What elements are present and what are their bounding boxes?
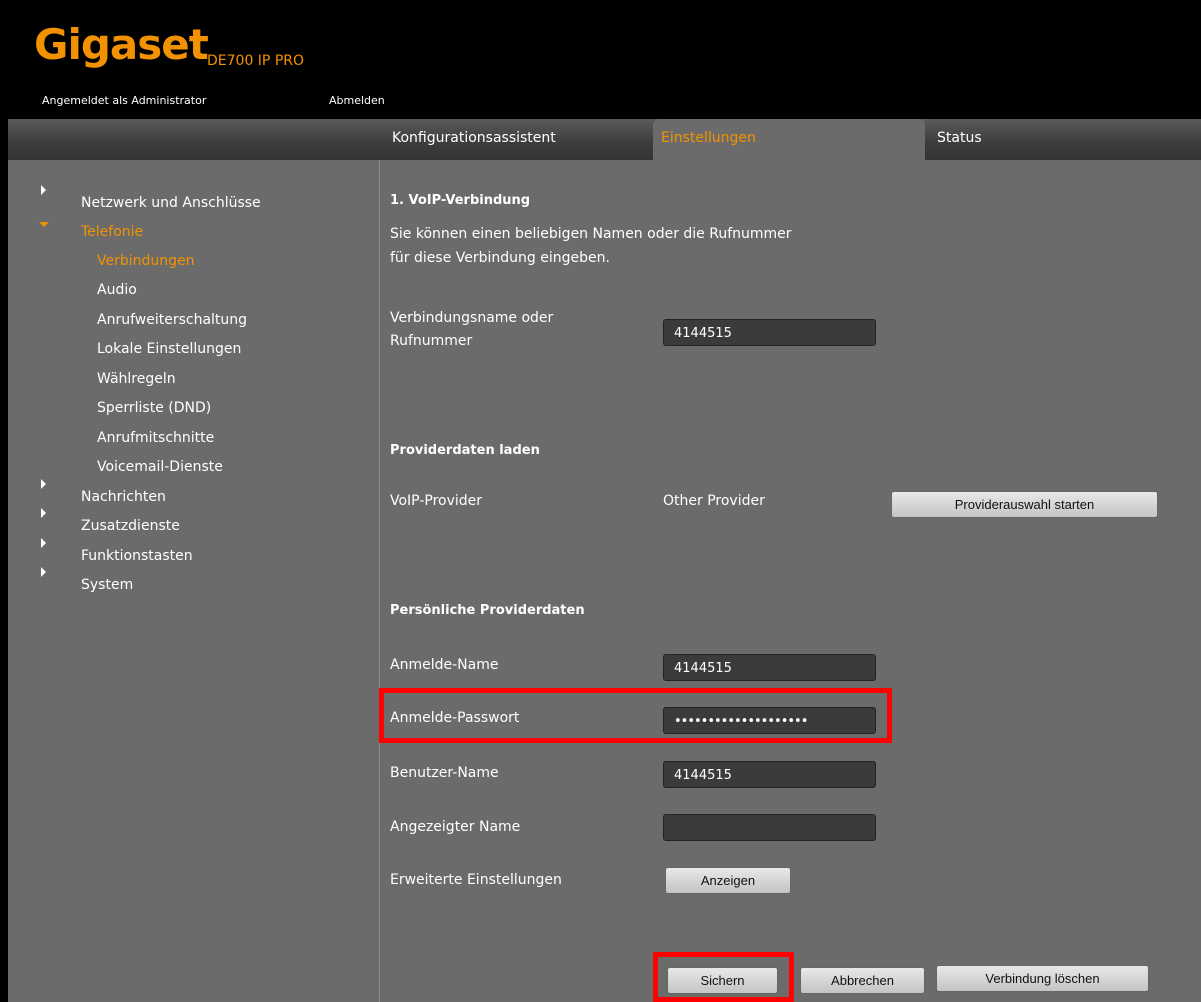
triangle-right-icon bbox=[41, 508, 46, 518]
sidebar-item-lokale-einstellungen[interactable]: Lokale Einstellungen bbox=[97, 341, 241, 357]
gigaset-logo: Gigaset bbox=[34, 20, 209, 69]
password-input[interactable]: •••••••••••••••••••• bbox=[663, 707, 876, 734]
sidebar-item-audio[interactable]: Audio bbox=[97, 282, 137, 298]
user-name-input[interactable]: 4144515 bbox=[663, 761, 876, 788]
provider-section-heading: Providerdaten laden bbox=[390, 443, 540, 458]
voip-description-line2: für diese Verbindung eingeben. bbox=[390, 250, 610, 266]
tab-einstellungen[interactable]: Einstellungen bbox=[653, 119, 925, 160]
sidebar-item-funktionstasten[interactable]: Funktionstasten bbox=[81, 548, 193, 564]
tab-bar: Konfigurationsassistent Einstellungen St… bbox=[8, 119, 1201, 160]
header: Gigaset DE700 IP PRO Angemeldet als Admi… bbox=[8, 8, 1201, 119]
triangle-right-icon bbox=[41, 567, 46, 577]
sidebar-item-zusatzdienste[interactable]: Zusatzdienste bbox=[81, 518, 180, 534]
sidebar-item-sperrliste[interactable]: Sperrliste (DND) bbox=[97, 400, 211, 416]
conn-name-input[interactable]: 4144515 bbox=[663, 319, 876, 346]
main-content: 1. VoIP-Verbindung Sie können einen beli… bbox=[379, 160, 1201, 1002]
provider-label: VoIP-Provider bbox=[390, 493, 483, 509]
login-name-input[interactable]: 4144515 bbox=[663, 654, 876, 681]
conn-name-label-line1: Verbindungsname oder bbox=[390, 310, 554, 326]
sidebar-item-verbindungen[interactable]: Verbindungen bbox=[97, 253, 195, 269]
provider-select-button[interactable]: Providerauswahl starten bbox=[891, 491, 1158, 518]
model-name: DE700 IP PRO bbox=[207, 53, 305, 69]
login-name-label: Anmelde-Name bbox=[390, 657, 499, 673]
personal-section-heading: Persönliche Providerdaten bbox=[390, 603, 585, 618]
triangle-down-icon bbox=[39, 222, 49, 227]
login-info: Angemeldet als Administrator bbox=[42, 94, 207, 107]
sidebar-item-anrufweiterschaltung[interactable]: Anrufweiterschaltung bbox=[97, 312, 247, 328]
sidebar: Netzwerk und Anschlüsse Telefonie Verbin… bbox=[8, 160, 380, 1002]
app-window: Gigaset DE700 IP PRO Angemeldet als Admi… bbox=[8, 8, 1201, 1002]
voip-description-line1: Sie können einen beliebigen Namen oder d… bbox=[390, 226, 792, 242]
tab-konfigurationsassistent[interactable]: Konfigurationsassistent bbox=[384, 119, 646, 160]
conn-name-label-line2: Rufnummer bbox=[390, 333, 473, 349]
triangle-right-icon bbox=[41, 185, 46, 195]
user-name-label: Benutzer-Name bbox=[390, 765, 499, 781]
sidebar-item-telefonie[interactable]: Telefonie bbox=[81, 224, 143, 240]
sidebar-item-waehlregeln[interactable]: Wählregeln bbox=[97, 371, 176, 387]
save-button[interactable]: Sichern bbox=[667, 967, 778, 994]
advanced-settings-label: Erweiterte Einstellungen bbox=[390, 872, 562, 888]
display-name-label: Angezeigter Name bbox=[390, 819, 521, 835]
triangle-right-icon bbox=[41, 479, 46, 489]
sidebar-item-system[interactable]: System bbox=[81, 577, 133, 593]
display-name-input[interactable] bbox=[663, 814, 876, 841]
delete-connection-button[interactable]: Verbindung löschen bbox=[936, 965, 1149, 992]
cancel-button[interactable]: Abbrechen bbox=[800, 967, 925, 994]
voip-section-heading: 1. VoIP-Verbindung bbox=[390, 193, 531, 208]
sidebar-item-nachrichten[interactable]: Nachrichten bbox=[81, 489, 166, 505]
sidebar-item-anrufmitschnitte[interactable]: Anrufmitschnitte bbox=[97, 430, 214, 446]
tab-status[interactable]: Status bbox=[929, 119, 1129, 160]
sidebar-item-voicemail-dienste[interactable]: Voicemail-Dienste bbox=[97, 459, 223, 475]
sidebar-item-netzwerk[interactable]: Netzwerk und Anschlüsse bbox=[81, 195, 261, 211]
triangle-right-icon bbox=[41, 538, 46, 548]
provider-value: Other Provider bbox=[663, 493, 765, 509]
logout-link[interactable]: Abmelden bbox=[329, 94, 385, 107]
advanced-show-button[interactable]: Anzeigen bbox=[665, 867, 791, 894]
password-label: Anmelde-Passwort bbox=[390, 710, 520, 726]
